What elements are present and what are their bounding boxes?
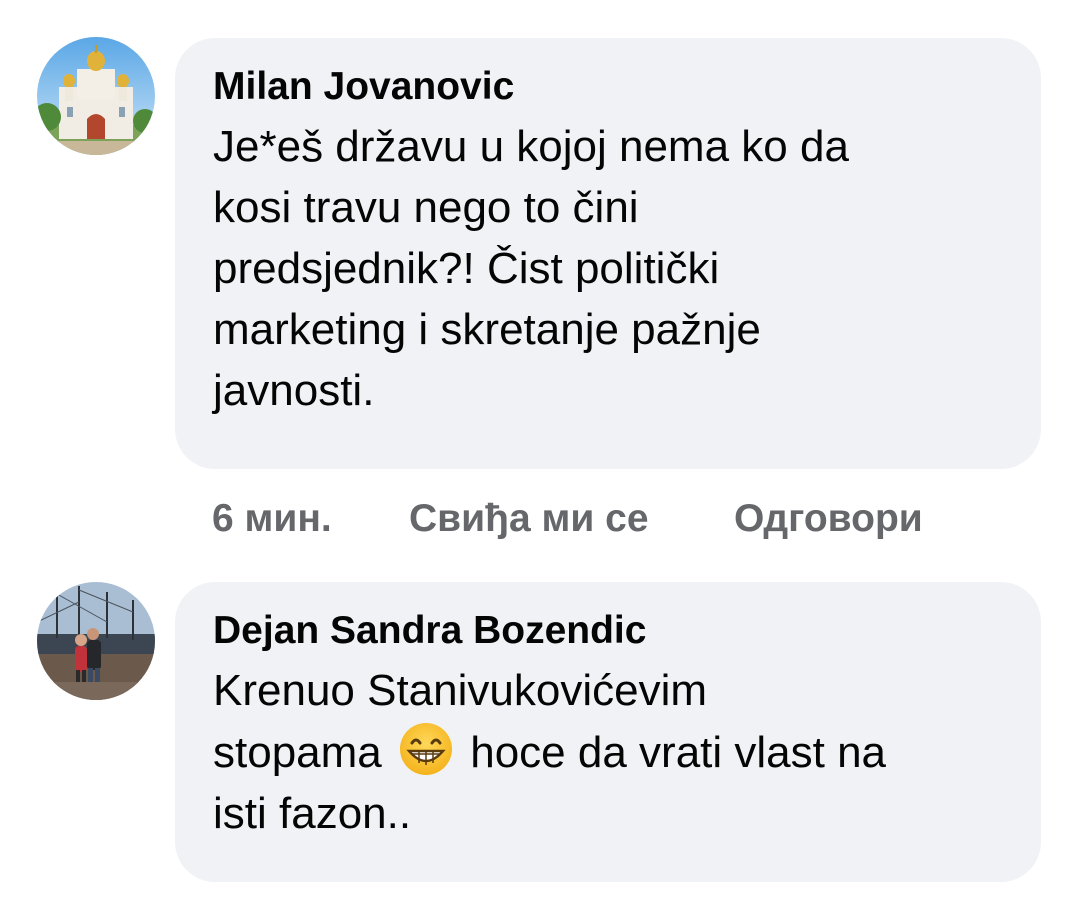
comment-text-line: Krenuo Stanivukovićevim	[213, 666, 708, 715]
comment-timestamp[interactable]: 6 мин.	[212, 494, 332, 544]
comment-text: Je*eš državu u kojoj nema ko da kosi tra…	[213, 116, 1005, 421]
comment-text-line: isti fazon..	[213, 789, 412, 838]
avatar[interactable]	[37, 582, 155, 700]
avatar[interactable]	[37, 37, 155, 155]
church-photo-avatar-icon	[37, 37, 155, 155]
comment-text-line: marketing i skretanje pažnje	[213, 305, 761, 354]
comment-text-segment: hoce da vrati vlast na	[470, 728, 887, 777]
comment-text-line: javnosti.	[213, 366, 375, 415]
comment-bubble: Milan Jovanovic Je*eš državu u kojoj nem…	[175, 38, 1041, 469]
grinning-face-emoji-icon	[398, 721, 454, 777]
comment-author[interactable]: Milan Jovanovic	[213, 62, 1005, 112]
comment-text-line: stopama hoce da vrati vlast na	[213, 721, 1005, 783]
comment-text-line: Je*eš državu u kojoj nema ko da	[213, 122, 849, 171]
comment-bubble: Dejan Sandra Bozendic Krenuo Stanivukovi…	[175, 582, 1041, 882]
comment-author[interactable]: Dejan Sandra Bozendic	[213, 606, 1005, 656]
comment-text-line: predsjednik?! Čist politički	[213, 244, 720, 293]
comment-text-line: kosi travu nego to čini	[213, 183, 639, 232]
couple-ship-photo-avatar-icon	[37, 582, 155, 700]
comment-text-segment: stopama	[213, 728, 382, 777]
like-button[interactable]: Свиђа ми се	[409, 494, 649, 544]
comment-text: Krenuo Stanivukovićevim stopama hoce da …	[213, 660, 1005, 844]
reply-button[interactable]: Одговори	[734, 494, 923, 544]
